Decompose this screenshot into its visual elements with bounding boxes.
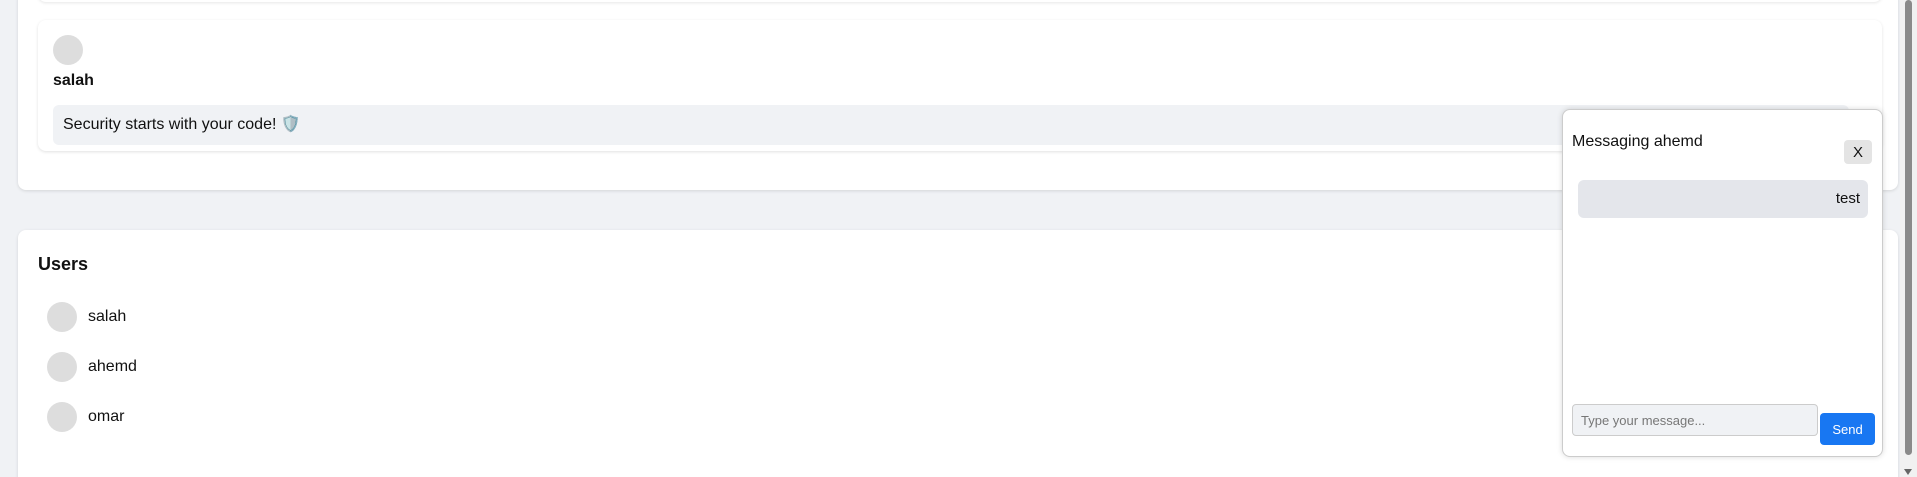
user-name: ahemd [88,358,137,375]
page-scrollbar[interactable] [1900,0,1917,477]
post-author-avatar [53,35,83,65]
user-item-omar[interactable]: omar [47,402,124,432]
scroll-down-icon[interactable] [1904,469,1912,475]
user-name: omar [88,408,125,425]
avatar [47,352,77,382]
user-item-ahemd[interactable]: ahemd [47,352,137,382]
chat-title: Messaging ahemd [1572,133,1703,150]
send-button[interactable]: Send [1820,413,1875,445]
chat-message: test [1578,180,1868,218]
user-item-salah[interactable]: salah [47,302,126,332]
avatar [47,302,77,332]
avatar [47,402,77,432]
post-author-name: salah [53,72,94,89]
close-chat-button[interactable]: X [1844,140,1872,164]
scrollbar-thumb[interactable] [1905,0,1912,455]
user-name: salah [88,308,127,325]
users-title: Users [38,254,89,274]
chat-window: Messaging ahemd X test Send [1562,109,1883,457]
message-input[interactable] [1572,404,1818,436]
previous-post-card [38,0,1882,2]
